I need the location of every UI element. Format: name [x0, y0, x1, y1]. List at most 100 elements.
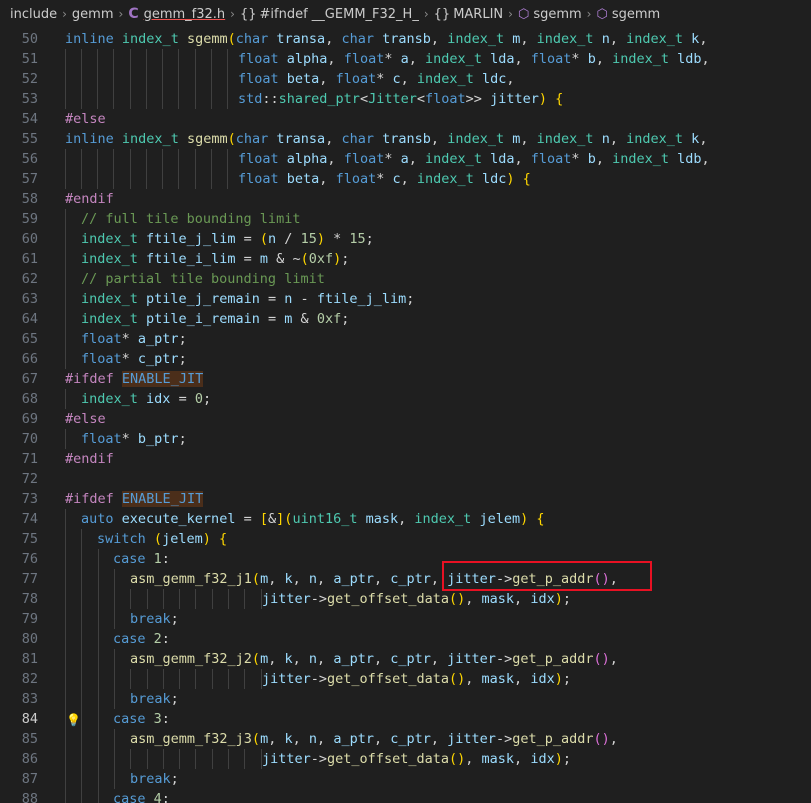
breadcrumb-symbol-ifndef[interactable]: {} #ifndef __GEMM_F32_H_ — [240, 7, 419, 22]
code-line[interactable]: 77 asm_gemm_f32_j1(m, k, n, a_ptr, c_ptr,… — [0, 569, 811, 589]
code-line[interactable]: 87 break; — [0, 769, 811, 789]
indent-guide — [65, 289, 66, 309]
breadcrumb-symbol-sgemm[interactable]: ⬡ sgemm — [518, 7, 582, 22]
code-line[interactable]: 81 asm_gemm_f32_j2(m, k, n, a_ptr, c_ptr,… — [0, 649, 811, 669]
code-line[interactable]: 69 #else — [0, 409, 811, 429]
code-line[interactable]: 64 index_t ptile_i_remain = m & 0xf; — [0, 309, 811, 329]
line-number[interactable]: 80 — [0, 629, 38, 649]
code-text: jitter->get_offset_data(), mask, idx); — [262, 671, 571, 687]
code-line[interactable]: 52 float beta, float* c, index_t ldc, — [0, 69, 811, 89]
code-line[interactable]: 65 float* a_ptr; — [0, 329, 811, 349]
code-line[interactable]: 68 index_t idx = 0; — [0, 389, 811, 409]
code-line[interactable]: 88 case 4: — [0, 789, 811, 803]
lightbulb-icon[interactable]: 💡 — [66, 710, 81, 730]
line-number[interactable]: 64 — [0, 309, 38, 329]
code-line[interactable]: 50 inline index_t sgemm(char transa, char… — [0, 29, 811, 49]
code-line[interactable]: 78 jitter->get_offset_data(), mask, idx); — [0, 589, 811, 609]
line-number[interactable]: 55 — [0, 129, 38, 149]
indent-guide — [130, 669, 131, 689]
code-line[interactable]: 79 break; — [0, 609, 811, 629]
line-number[interactable]: 83 — [0, 689, 38, 709]
line-number[interactable]: 70 — [0, 429, 38, 449]
line-number[interactable]: 71 — [0, 449, 38, 469]
code-line[interactable]: 71 #endif — [0, 449, 811, 469]
code-line[interactable]: 73 #ifdef ENABLE_JIT — [0, 489, 811, 509]
line-number[interactable]: 68 — [0, 389, 38, 409]
indent-guide — [81, 669, 82, 689]
code-line[interactable]: 85 asm_gemm_f32_j3(m, k, n, a_ptr, c_ptr,… — [0, 729, 811, 749]
line-number[interactable]: 81 — [0, 649, 38, 669]
code-line[interactable]: 86 jitter->get_offset_data(), mask, idx); — [0, 749, 811, 769]
line-number[interactable]: 54 — [0, 109, 38, 129]
code-line[interactable]: 67 #ifdef ENABLE_JIT — [0, 369, 811, 389]
line-number[interactable]: 63 — [0, 289, 38, 309]
code-line[interactable]: 55 inline index_t sgemm(char transa, char… — [0, 129, 811, 149]
code-editor[interactable]: 50 inline index_t sgemm(char transa, char… — [0, 28, 811, 803]
line-number[interactable]: 56 — [0, 149, 38, 169]
code-text: break; — [130, 691, 179, 707]
code-line[interactable]: 63 index_t ptile_j_remain = n - ftile_j_l… — [0, 289, 811, 309]
code-text: asm_gemm_f32_j2(m, k, n, a_ptr, c_ptr, j… — [130, 651, 618, 667]
breadcrumb-folder-include[interactable]: include — [10, 7, 57, 22]
code-line[interactable]: 60 index_t ftile_j_lim = (n / 15) * 15; — [0, 229, 811, 249]
line-number[interactable]: 59 — [0, 209, 38, 229]
line-number[interactable]: 50 — [0, 29, 38, 49]
line-number[interactable]: 72 — [0, 469, 38, 489]
line-number[interactable]: 75 — [0, 529, 38, 549]
code-line[interactable]: 83 break; — [0, 689, 811, 709]
code-line[interactable]: 51 float alpha, float* a, index_t lda, fl… — [0, 49, 811, 69]
line-number[interactable]: 65 — [0, 329, 38, 349]
code-line[interactable]: 72 — [0, 469, 811, 489]
line-number[interactable]: 73 — [0, 489, 38, 509]
line-number[interactable]: 88 — [0, 789, 38, 803]
line-number[interactable]: 58 — [0, 189, 38, 209]
code-line[interactable]: 75 switch (jelem) { — [0, 529, 811, 549]
line-number[interactable]: 60 — [0, 229, 38, 249]
line-number[interactable]: 61 — [0, 249, 38, 269]
breadcrumb-symbol-sgemm-2[interactable]: ⬡ sgemm — [596, 7, 660, 22]
code-line[interactable]: 59 // full tile bounding limit — [0, 209, 811, 229]
code-line[interactable]: 53 std::shared_ptr<Jitter<float>> jitter)… — [0, 89, 811, 109]
indent-guide — [227, 169, 228, 189]
breadcrumb-symbol-marlin[interactable]: {} MARLIN — [434, 7, 504, 22]
line-number[interactable]: 67 — [0, 369, 38, 389]
code-line[interactable]: 62 // partial tile bounding limit — [0, 269, 811, 289]
line-number[interactable]: 53 — [0, 89, 38, 109]
line-number[interactable]: 87 — [0, 769, 38, 789]
code-line[interactable]: 74 auto execute_kernel = [&](uint16_t mas… — [0, 509, 811, 529]
line-number[interactable]: 66 — [0, 349, 38, 369]
indent-guide — [97, 49, 98, 69]
line-number[interactable]: 82 — [0, 669, 38, 689]
code-line[interactable]: 58 #endif — [0, 189, 811, 209]
line-number[interactable]: 52 — [0, 69, 38, 89]
code-line[interactable]: 54 #else — [0, 109, 811, 129]
breadcrumb-label: gemm — [71, 6, 114, 22]
line-number[interactable]: 78 — [0, 589, 38, 609]
code-line[interactable]: 70 float* b_ptr; — [0, 429, 811, 449]
indent-guide — [65, 709, 66, 729]
line-number[interactable]: 76 — [0, 549, 38, 569]
line-number[interactable]: 57 — [0, 169, 38, 189]
code-line[interactable]: 66 float* c_ptr; — [0, 349, 811, 369]
line-number[interactable]: 86 — [0, 749, 38, 769]
code-line[interactable]: 84 💡 case 3: — [0, 709, 811, 729]
code-line[interactable]: 76 case 1: — [0, 549, 811, 569]
code-line[interactable]: 61 index_t ftile_i_lim = m & ~(0xf); — [0, 249, 811, 269]
indent-guide — [212, 749, 213, 769]
indent-guide — [130, 69, 131, 89]
line-number[interactable]: 77 — [0, 569, 38, 589]
breadcrumb-folder-gemm[interactable]: gemm — [72, 7, 114, 22]
line-number[interactable]: 69 — [0, 409, 38, 429]
line-number[interactable]: 51 — [0, 49, 38, 69]
line-number[interactable]: 62 — [0, 269, 38, 289]
code-line[interactable]: 82 jitter->get_offset_data(), mask, idx); — [0, 669, 811, 689]
line-number[interactable]: 79 — [0, 609, 38, 629]
code-line[interactable]: 57 float beta, float* c, index_t ldc) { — [0, 169, 811, 189]
code-line[interactable]: 80 case 2: — [0, 629, 811, 649]
indent-guide — [65, 609, 66, 629]
line-number[interactable]: 85 — [0, 729, 38, 749]
code-line[interactable]: 56 float alpha, float* a, index_t lda, fl… — [0, 149, 811, 169]
line-number[interactable]: 74 — [0, 509, 38, 529]
line-number[interactable]: 84 — [0, 709, 38, 729]
breadcrumb-file[interactable]: Cgemm_f32.h — [128, 6, 225, 22]
